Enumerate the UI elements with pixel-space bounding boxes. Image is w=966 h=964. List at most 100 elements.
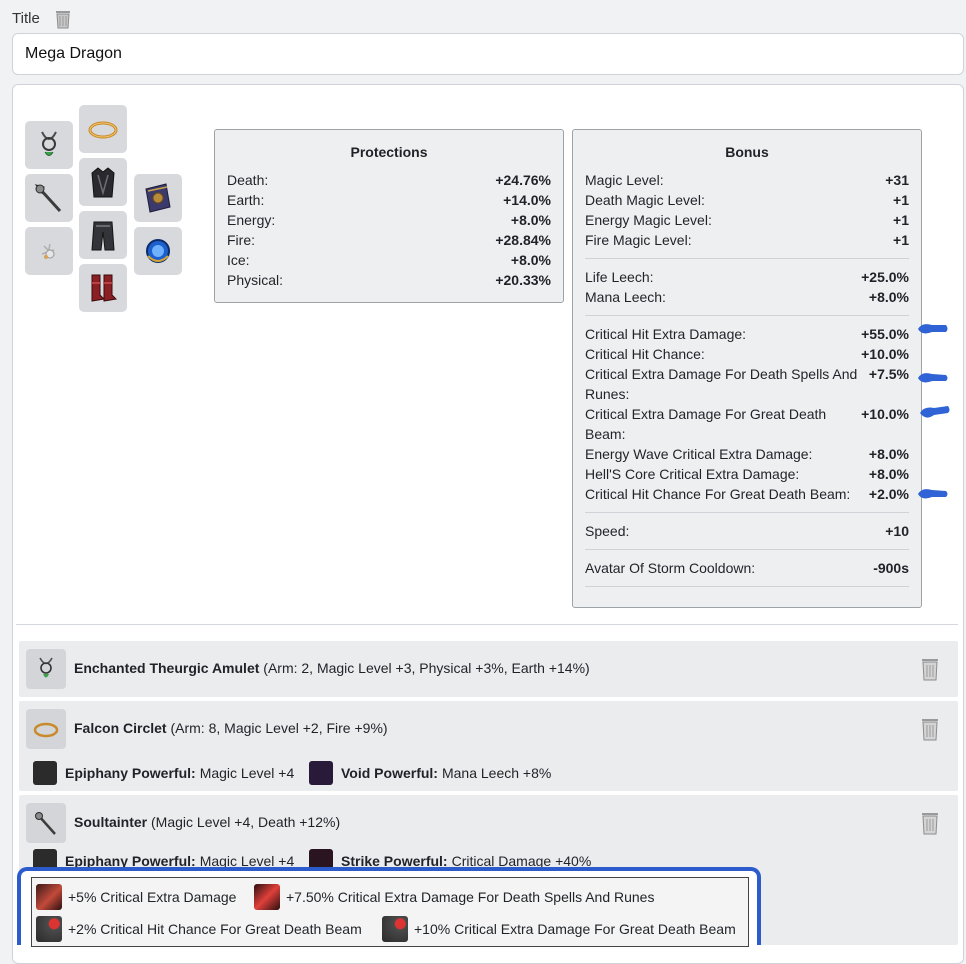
stat-row: Energy Magic Level: +1 [585, 210, 909, 230]
stat-value: +10.0% [861, 406, 909, 422]
gem-beam-icon [36, 916, 62, 942]
stat-value: +8.0% [510, 212, 551, 228]
slot-ring[interactable] [134, 227, 182, 275]
item-title: Soultainter (Magic Level +4, Death +12%) [74, 814, 340, 830]
stat-value: +10.0% [861, 346, 909, 362]
stat-value: +28.84% [495, 232, 551, 248]
stat-value: -900s [873, 560, 909, 576]
stat-row: Hell'S Core Critical Extra Damage: +8.0% [585, 464, 909, 484]
stat-row: Critical Hit Extra Damage: +55.0% [585, 324, 909, 344]
stat-row: Energy: +8.0% [227, 210, 551, 230]
item-name: Enchanted Theurgic Amulet [74, 660, 260, 676]
gem-highlight-box: +5% Critical Extra Damage +7.50% Critica… [17, 867, 761, 947]
item-title: Falcon Circlet (Arm: 8, Magic Level +2, … [74, 720, 388, 736]
protections-panel: Protections Death: +24.76% Earth: +14.0% Ene… [214, 129, 564, 303]
stat-label: Critical Extra Damage For Great Death Be… [585, 406, 827, 442]
trash-icon[interactable] [54, 9, 72, 29]
annotation-arrow-icon [918, 324, 948, 334]
stat-row: Fire Magic Level: +1 [585, 230, 909, 250]
stat-label: Death Magic Level: [585, 192, 705, 208]
slot-armor[interactable] [79, 158, 127, 206]
stat-value: +20.33% [495, 272, 551, 288]
armor-icon [91, 167, 115, 198]
stat-row: Avatar Of Storm Cooldown: -900s [585, 558, 909, 578]
annotation-arrow-icon [918, 373, 948, 383]
ammo-icon [41, 243, 55, 259]
bonus-list: Magic Level: +31 Death Magic Level: +1 Energ… [585, 170, 909, 587]
stat-label: Ice: [227, 252, 250, 268]
gem-item: +2% Critical Hit Chance For Great Death … [36, 916, 362, 942]
item-name: Soultainter [74, 814, 148, 830]
trash-icon[interactable] [920, 811, 940, 835]
stat-label: Critical Hit Extra Damage: [585, 326, 747, 342]
stat-row: Critical Hit Chance: +10.0% [585, 344, 909, 364]
boots-icon [91, 274, 118, 302]
trash-icon[interactable] [920, 717, 940, 741]
stat-label: Earth: [227, 192, 265, 208]
stat-row: Energy Wave Critical Extra Damage: +8.0% [585, 444, 909, 464]
trash-icon[interactable] [920, 657, 940, 681]
stat-row: Physical: +20.33% [227, 270, 551, 290]
gem-text: +7.50% Critical Extra Damage For Death S… [286, 889, 655, 905]
group-separator [585, 586, 909, 587]
gem-text: +2% Critical Hit Chance For Great Death … [68, 921, 362, 937]
stat-label: Fire: [227, 232, 255, 248]
item-stats: (Arm: 8, Magic Level +2, Fire +9%) [170, 720, 388, 736]
slot-ammo[interactable] [25, 227, 73, 275]
stat-label: Life Leech: [585, 269, 654, 285]
stat-value: +8.0% [868, 446, 909, 462]
item-icon-slot [26, 709, 66, 749]
stat-row: Fire: +28.84% [227, 230, 551, 250]
stat-value: +8.0% [868, 289, 909, 305]
stat-value: +1 [893, 232, 909, 248]
wand-icon [34, 184, 62, 213]
item-row: Falcon Circlet (Arm: 8, Magic Level +2, … [19, 701, 958, 791]
stat-label: Mana Leech: [585, 289, 666, 305]
stat-row: Speed: +10 [585, 521, 909, 541]
item-icon-slot [26, 649, 66, 689]
void-icon [309, 761, 333, 785]
protections-heading: Protections [350, 144, 428, 160]
stat-label: Death: [227, 172, 269, 188]
slot-shield[interactable] [134, 174, 182, 222]
imbuement-name: Epiphany Powerful: [65, 765, 196, 781]
imbuement: Void Powerful: Mana Leech +8% [309, 761, 551, 785]
stat-label: Avatar Of Storm Cooldown: [585, 560, 756, 576]
stat-value: +7.5% [868, 366, 909, 382]
stat-value: +10 [885, 523, 909, 539]
slot-helmet[interactable] [79, 105, 127, 153]
imbuement-name: Void Powerful: [341, 765, 438, 781]
slot-boots[interactable] [79, 264, 127, 312]
stat-row: Life Leech: +25.0% [585, 267, 909, 287]
stat-row: Critical Extra Damage For Death Spells A… [585, 364, 909, 404]
amulet-icon [39, 657, 53, 678]
stat-label: Physical: [227, 272, 284, 288]
bonus-heading: Bonus [725, 144, 769, 160]
imbuement: Epiphany Powerful: Magic Level +4 [33, 761, 294, 785]
stat-label: Energy Magic Level: [585, 212, 712, 228]
stat-value: +8.0% [868, 466, 909, 482]
stat-value: +24.76% [495, 172, 551, 188]
ring-icon [146, 239, 170, 263]
circlet-icon [88, 121, 118, 139]
bonus-panel: Bonus Magic Level: +31 Death Magic Level: +… [572, 129, 922, 608]
stat-value: +1 [893, 212, 909, 228]
item-row: Enchanted Theurgic Amulet (Arm: 2, Magic… [19, 641, 958, 697]
epiphany-icon [33, 761, 57, 785]
legs-icon [91, 221, 115, 251]
slot-amulet[interactable] [25, 121, 73, 169]
slot-weapon[interactable] [25, 174, 73, 222]
stat-value: +8.0% [510, 252, 551, 268]
group-separator [585, 315, 909, 316]
stat-label: Magic Level: [585, 172, 664, 188]
stat-row: Death Magic Level: +1 [585, 190, 909, 210]
gem-text: +10% Critical Extra Damage For Great Dea… [414, 921, 736, 937]
stat-row: Ice: +8.0% [227, 250, 551, 270]
slot-legs[interactable] [79, 211, 127, 259]
title-input[interactable] [12, 33, 964, 75]
gem-beam-icon [382, 916, 408, 942]
imbuement-effect: Mana Leech +8% [441, 765, 552, 781]
stat-value: +31 [885, 172, 909, 188]
section-divider [16, 624, 958, 625]
title-label: Title [12, 10, 40, 27]
